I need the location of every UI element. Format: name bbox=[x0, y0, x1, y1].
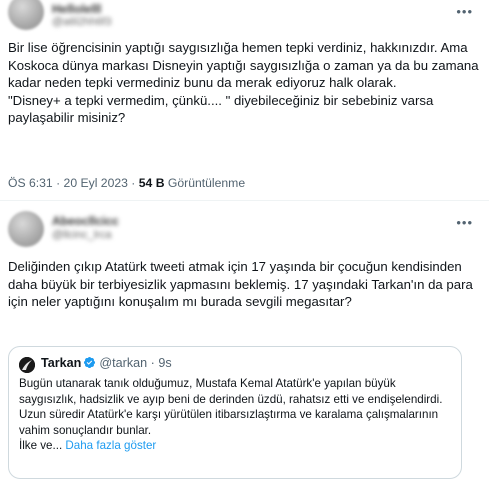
quoted-author-name[interactable]: Tarkan bbox=[41, 356, 81, 370]
quoted-truncated-text: İlke ve... bbox=[19, 439, 63, 453]
author-handle-blurred[interactable]: @a6l2hh6f3 bbox=[52, 16, 112, 28]
quoted-paragraph: Uzun süredir Atatürk'e karşı yürütülen i… bbox=[19, 408, 439, 437]
quoted-avatar[interactable] bbox=[19, 357, 35, 373]
tweet-1-meta: ÖS 6:31 · 20 Eyl 2023 · 54 B Görüntülenm… bbox=[8, 176, 245, 190]
quoted-header: Tarkan @tarkan · 9s bbox=[41, 356, 172, 372]
more-options-icon[interactable]: ••• bbox=[456, 215, 473, 230]
tweet-1-timestamp[interactable]: ÖS 6:31 · 20 Eyl 2023 · bbox=[8, 176, 139, 190]
page: Hellolelll @a6l2hh6f3 ••• Bir lise öğren… bbox=[0, 0, 489, 497]
author-name-blurred[interactable]: Abeocllcicc bbox=[52, 214, 119, 228]
show-more-link[interactable]: Daha fazla göster bbox=[65, 439, 156, 452]
more-options-icon[interactable]: ••• bbox=[456, 4, 473, 19]
view-count-label: Görüntülenme bbox=[164, 176, 246, 190]
avatar-blurred[interactable] bbox=[8, 211, 44, 247]
separator-dot: · bbox=[147, 356, 159, 370]
avatar-blurred[interactable] bbox=[8, 0, 44, 30]
verified-badge-icon bbox=[83, 356, 96, 372]
tweet-1-text: Bir lise öğrencisinin yaptığı saygısızlı… bbox=[8, 39, 480, 127]
quoted-tweet[interactable]: Tarkan @tarkan · 9s Bugün utanarak tanık … bbox=[8, 346, 462, 479]
tweet-1-paragraph: Bir lise öğrencisinin yaptığı saygısızlı… bbox=[8, 40, 479, 91]
quoted-paragraph: Bugün utanarak tanık olduğumuz, Mustafa … bbox=[19, 377, 443, 406]
author-handle-blurred[interactable]: @llcinc_lrca bbox=[52, 229, 111, 241]
tweet-2-text: Deliğinden çıkıp Atatürk tweeti atmak iç… bbox=[8, 259, 473, 310]
view-count: 54 B bbox=[138, 176, 165, 190]
quoted-timestamp[interactable]: 9s bbox=[158, 356, 171, 370]
author-name-blurred[interactable]: Hellolelll bbox=[52, 2, 101, 16]
quoted-last-line: İlke ve... Daha fazla göster bbox=[19, 438, 449, 454]
quoted-author-handle[interactable]: @tarkan bbox=[99, 356, 147, 370]
tweet-1[interactable]: Hellolelll @a6l2hh6f3 ••• Bir lise öğren… bbox=[0, 0, 489, 201]
quoted-text: Bugün utanarak tanık olduğumuz, Mustafa … bbox=[19, 376, 449, 454]
tweet-1-paragraph: "Disney+ a tepki vermedim, çünkü.... " d… bbox=[8, 92, 434, 126]
